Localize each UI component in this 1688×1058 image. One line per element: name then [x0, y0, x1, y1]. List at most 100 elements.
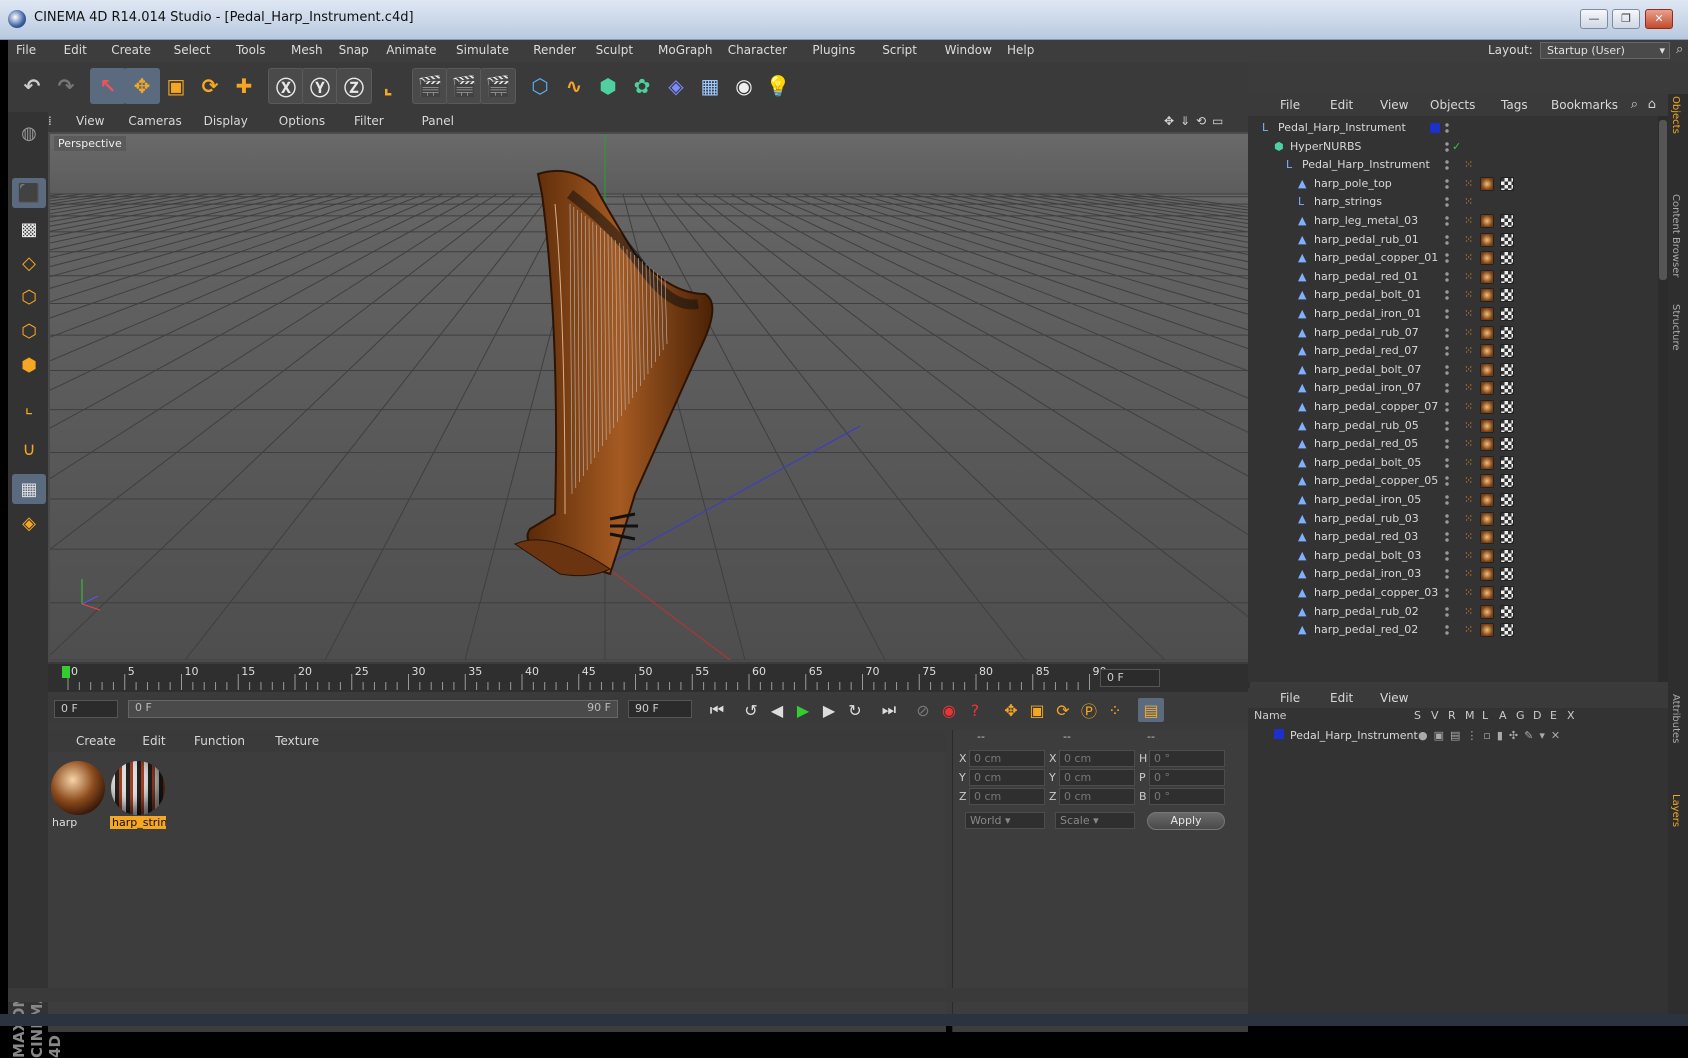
attr-col-x[interactable]: X: [1567, 709, 1575, 722]
x-axis-lock-icon[interactable]: Ⓧ: [268, 68, 304, 104]
visibility-dots-icon[interactable]: [1444, 345, 1450, 358]
phong-tag-icon[interactable]: ⁙: [1464, 512, 1473, 526]
visibility-dots-icon[interactable]: [1444, 456, 1450, 469]
phong-tag-icon[interactable]: ⁙: [1464, 233, 1473, 247]
key-rotation-icon[interactable]: ⟳: [1050, 698, 1076, 722]
visibility-dots-icon[interactable]: [1444, 475, 1450, 488]
help-icon[interactable]: ?: [962, 698, 988, 722]
phong-tag-icon[interactable]: ⁙: [1464, 419, 1473, 433]
object-row[interactable]: ▲ harp_pedal_rub_05 ⁙: [1248, 416, 1658, 436]
attr-col-l[interactable]: L: [1482, 709, 1488, 722]
viewport-menu-panel[interactable]: Panel: [422, 114, 454, 128]
enabled-check-icon[interactable]: ✓: [1452, 140, 1461, 154]
texture-tag-icon[interactable]: [1500, 604, 1514, 619]
object-row[interactable]: ▲ harp_pedal_iron_01 ⁙: [1248, 304, 1658, 324]
next-key-icon[interactable]: ↻: [842, 698, 868, 722]
visibility-dots-icon[interactable]: [1444, 326, 1450, 339]
playhead-marker[interactable]: [62, 666, 70, 678]
objects-menu-file[interactable]: File: [1280, 98, 1300, 112]
material-tag-icon[interactable]: [1480, 474, 1494, 489]
visibility-dots-icon[interactable]: [1444, 568, 1450, 581]
side-tab-attributes[interactable]: Attributes: [1670, 694, 1681, 743]
material-tag-icon[interactable]: [1480, 325, 1494, 340]
texture-tag-icon[interactable]: [1500, 362, 1514, 377]
phong-tag-icon[interactable]: ⁙: [1464, 326, 1473, 340]
visibility-dots-icon[interactable]: [1444, 512, 1450, 525]
key-scale-icon[interactable]: ▣: [1024, 698, 1050, 722]
objects-menu-objects[interactable]: Objects: [1430, 98, 1475, 112]
model-mode-icon[interactable]: ⬛: [12, 178, 46, 208]
material-tag-icon[interactable]: [1480, 437, 1494, 452]
visibility-dots-icon[interactable]: [1444, 233, 1450, 246]
texture-tag-icon[interactable]: [1500, 214, 1514, 228]
coord-value-field[interactable]: 0 cm: [1059, 750, 1135, 767]
phong-tag-icon[interactable]: ⁙: [1464, 437, 1473, 451]
object-manager-scrollbar[interactable]: [1658, 116, 1668, 682]
material-tag-icon[interactable]: [1480, 307, 1494, 321]
phong-tag-icon[interactable]: ⁙: [1464, 474, 1473, 488]
material-menu-texture[interactable]: Texture: [275, 734, 319, 748]
menu-edit[interactable]: Edit: [64, 43, 87, 57]
material-tag-icon[interactable]: [1480, 344, 1494, 359]
material-tag-icon[interactable]: [1480, 418, 1494, 433]
menu-help[interactable]: Help: [1007, 43, 1034, 57]
current-frame-field[interactable]: 0 F: [1100, 669, 1160, 687]
layout-select[interactable]: Startup (User) ▾: [1540, 42, 1670, 59]
visibility-dots-icon[interactable]: [1444, 252, 1450, 265]
side-tab-structure[interactable]: Structure: [1670, 304, 1681, 351]
rotate-view-icon[interactable]: ⟲: [1196, 114, 1206, 128]
maximize-button[interactable]: ❐: [1612, 9, 1640, 29]
menu-snap[interactable]: Snap: [339, 43, 369, 57]
menu-plugins[interactable]: Plugins: [812, 43, 855, 57]
object-row[interactable]: ▲ harp_pedal_copper_05 ⁙: [1248, 471, 1658, 491]
home-icon[interactable]: ⌂: [1648, 97, 1656, 112]
make-editable-icon[interactable]: ◍: [12, 118, 46, 148]
texture-tag-icon[interactable]: [1500, 511, 1514, 526]
object-row[interactable]: ▲ harp_pedal_copper_01 ⁙: [1248, 248, 1658, 268]
recent-tool-icon[interactable]: ✚: [226, 68, 262, 104]
texture-tag-icon[interactable]: [1500, 548, 1514, 563]
object-row[interactable]: L Pedal_Harp_Instrument ⁙: [1248, 155, 1658, 175]
coord-value-field[interactable]: 0 cm: [969, 769, 1045, 786]
object-row[interactable]: ▲ harp_pole_top ⁙: [1248, 174, 1658, 194]
deformer-icon[interactable]: ◈: [658, 68, 694, 104]
object-row[interactable]: ▲ harp_pedal_copper_03 ⁙: [1248, 583, 1658, 603]
visibility-dots-icon[interactable]: [1444, 605, 1450, 618]
visibility-dots-icon[interactable]: [1444, 122, 1450, 134]
attribute-menu-file[interactable]: File: [1280, 691, 1300, 705]
live-selection-icon[interactable]: ↖: [90, 68, 126, 104]
object-row[interactable]: ▲ harp_pedal_iron_05 ⁙: [1248, 490, 1658, 510]
texture-tag-icon[interactable]: [1500, 530, 1514, 545]
phong-tag-icon[interactable]: ⁙: [1464, 586, 1473, 600]
go-to-start-icon[interactable]: ⏮: [704, 698, 730, 722]
prev-frame-icon[interactable]: ◀: [764, 698, 790, 722]
coord-value-field[interactable]: 0 cm: [1059, 788, 1135, 805]
visibility-dots-icon[interactable]: [1444, 401, 1450, 413]
key-pla-icon[interactable]: ⁘: [1102, 698, 1128, 722]
texture-tag-icon[interactable]: [1500, 455, 1514, 470]
side-tab-content-browser[interactable]: Content Browser: [1670, 194, 1681, 277]
coord-value-field[interactable]: 0 cm: [969, 788, 1045, 805]
apply-button[interactable]: Apply: [1147, 812, 1225, 830]
visibility-dots-icon[interactable]: [1444, 289, 1450, 302]
phong-tag-icon[interactable]: ⁙: [1464, 381, 1473, 395]
material-tag-icon[interactable]: [1480, 214, 1494, 228]
nurbs-icon[interactable]: ⬢: [590, 68, 626, 104]
minimize-button[interactable]: —: [1580, 9, 1608, 29]
object-row[interactable]: ▲ harp_pedal_red_07 ⁙: [1248, 341, 1658, 361]
texture-tag-icon[interactable]: [1500, 251, 1514, 266]
move-view-icon[interactable]: ✥: [1164, 114, 1174, 128]
coord-value-field[interactable]: 0 cm: [1059, 769, 1135, 786]
material-tag-icon[interactable]: [1480, 400, 1494, 414]
texture-tag-icon[interactable]: [1500, 307, 1514, 321]
attr-col-v[interactable]: V: [1431, 709, 1439, 722]
frame-range-slider[interactable]: 0 F 90 F: [128, 700, 618, 718]
material-tag-icon[interactable]: [1480, 251, 1494, 266]
texture-tag-icon[interactable]: [1500, 344, 1514, 359]
menu-simulate[interactable]: Simulate: [456, 43, 509, 57]
phong-tag-icon[interactable]: ⁙: [1464, 307, 1473, 321]
texture-tag-icon[interactable]: [1500, 623, 1514, 638]
menu-create[interactable]: Create: [111, 43, 151, 57]
coord-mode-select[interactable]: World ▾: [965, 812, 1045, 829]
autokey-icon[interactable]: ◉: [936, 698, 962, 722]
